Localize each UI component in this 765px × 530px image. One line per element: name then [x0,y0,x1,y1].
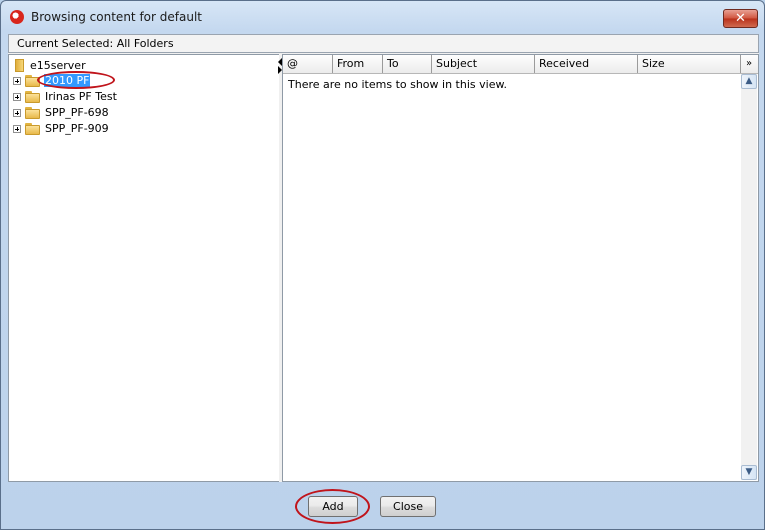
annotation-ring-tree [37,71,115,89]
expand-icon[interactable] [13,124,21,133]
tree-item-irinas-pf-test[interactable]: Irinas PF Test [13,89,118,104]
add-button[interactable]: Add [308,496,358,517]
window-title: Browsing content for default [31,10,202,24]
folder-tree[interactable]: e15server 2010 PF Irinas PF Test SPP_PF-… [8,54,280,482]
browse-dialog: Browsing content for default ✕ Current S… [0,0,765,530]
tree-root-item[interactable]: e15server [15,58,87,72]
folder-icon [25,122,41,135]
chevron-up-icon: ▲ [745,76,753,86]
scroll-down-button[interactable]: ▼ [741,465,757,480]
chevron-down-icon: ▼ [745,467,753,477]
tree-item-label: SPP_PF-698 [45,106,109,119]
tree-item-label: SPP_PF-909 [45,122,109,135]
expand-icon[interactable] [13,108,21,117]
tree-item-spp-pf-698[interactable]: SPP_PF-698 [13,105,110,120]
empty-list-message: There are no items to show in this view. [288,78,507,91]
tree-item-label: Irinas PF Test [45,90,117,103]
column-from[interactable]: From [333,55,383,73]
dialog-content: Current Selected: All Folders e15server … [8,34,759,482]
column-subject[interactable]: Subject [432,55,535,73]
column-to[interactable]: To [383,55,432,73]
dialog-footer: Add Close [1,484,764,529]
attachment-icon: @ [287,57,298,70]
close-button[interactable]: Close [380,496,436,517]
close-icon: ✕ [735,11,746,26]
column-overflow-icon[interactable]: » [741,56,757,72]
column-size[interactable]: Size [638,55,741,73]
column-received[interactable]: Received [535,55,638,73]
tree-root-label: e15server [30,58,86,72]
current-selected-bar: Current Selected: All Folders [8,34,759,53]
window-close-button[interactable]: ✕ [723,9,758,28]
server-folder-icon [15,58,24,72]
app-icon [10,10,24,24]
title-bar[interactable]: Browsing content for default ✕ [1,1,764,33]
message-list[interactable]: @ From To Subject Received Size » There … [282,54,759,482]
expand-icon[interactable] [13,76,21,85]
current-selected-label: Current Selected: All Folders [17,37,174,50]
folder-icon [25,106,41,119]
expand-icon[interactable] [13,92,21,101]
column-attachment[interactable]: @ [283,55,333,73]
scroll-up-button[interactable]: ▲ [741,74,757,89]
vertical-scrollbar[interactable]: ▲ ▼ [741,74,757,480]
list-header: @ From To Subject Received Size » [283,55,758,74]
tree-item-spp-pf-909[interactable]: SPP_PF-909 [13,121,110,136]
folder-icon [25,90,41,103]
